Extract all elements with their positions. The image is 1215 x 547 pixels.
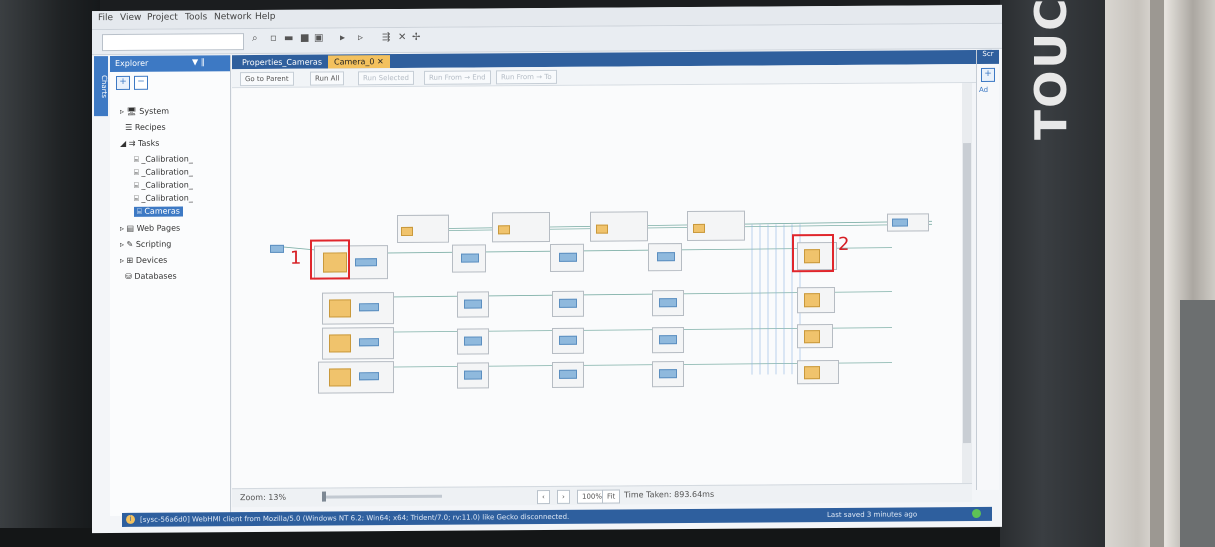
connection-lines [271, 220, 933, 375]
tab-camera-0[interactable]: Camera_0 ✕ [328, 55, 390, 69]
menu-file[interactable]: File [98, 13, 113, 23]
graph-node[interactable] [550, 243, 584, 272]
last-saved-label: Last saved 3 minutes ago [827, 510, 918, 520]
monitor-bezel-left [0, 0, 100, 547]
explorer-panel: Explorer ▼ ‖ + − ▹ 🖥 System ☰ Recipes ◢ … [110, 55, 231, 517]
menu-network[interactable]: Network [214, 12, 252, 22]
delete-icon[interactable]: ✕ [398, 32, 406, 43]
graph-node[interactable] [797, 359, 839, 385]
explorer-header: Explorer ▼ ‖ [110, 55, 230, 73]
tree-item-calibration-3[interactable]: ⌸ _Calibration_ [134, 180, 193, 190]
graph-node[interactable] [397, 214, 449, 244]
scripts-panel-header[interactable]: Scr [977, 49, 999, 64]
vertical-scrollbar[interactable] [962, 83, 972, 484]
graph-node[interactable] [552, 361, 584, 388]
menu-tools[interactable]: Tools [185, 12, 207, 22]
zoom-slider-thumb[interactable] [322, 491, 326, 502]
run-from-end-button[interactable]: Run From → End [424, 70, 491, 85]
saved-status-icon [972, 508, 981, 519]
tree-item-databases[interactable]: ⛁ Databases [120, 272, 177, 281]
zoom-fit-button[interactable]: Fit [602, 489, 621, 504]
tab-properties-cameras[interactable]: Properties_Cameras [236, 56, 328, 70]
graph-node[interactable] [552, 327, 584, 354]
bezel-brand-label: TOUCH [1026, 0, 1077, 140]
explorer-title: Explorer [115, 58, 149, 69]
graph-node[interactable] [322, 292, 394, 325]
zoom-label: Zoom: 13% [240, 492, 287, 503]
status-message: [sysc-56a6d0] WebHMI client from Mozilla… [140, 512, 570, 524]
expand-all-icon[interactable]: + [116, 75, 130, 91]
zoom-in-button[interactable]: › [557, 489, 570, 504]
run-icon[interactable]: ⇶ [382, 32, 390, 43]
graph-node[interactable] [322, 327, 394, 360]
highlight-box-1 [310, 239, 350, 280]
search-icon[interactable]: ⌕ [252, 33, 258, 44]
close-tab-icon[interactable]: ✕ [377, 57, 384, 66]
zoom-bar: Zoom: 13% ‹ › 100% Fit Time Taken: 893.6… [232, 483, 972, 508]
charts-side-tab[interactable]: Charts [94, 56, 108, 117]
graph-node[interactable] [797, 286, 835, 314]
status-bar: i [sysc-56a6d0] WebHMI client from Mozil… [122, 506, 992, 527]
screen: File View Project Tools Network Help ⌕ ▫… [92, 4, 1002, 534]
run-from-to-button[interactable]: Run From → To [496, 69, 557, 85]
add-icon[interactable]: ✢ [412, 32, 420, 43]
zoom-slider[interactable] [322, 491, 442, 502]
graph-node[interactable] [457, 362, 489, 389]
tree-item-web-pages[interactable]: ▹ ▤ Web Pages [120, 224, 180, 233]
graph-node[interactable] [652, 327, 684, 354]
annotation-label-2: 2 [838, 233, 850, 255]
tree-item-tasks[interactable]: ◢ ⇉ Tasks [120, 139, 159, 148]
save-icon[interactable]: ■ [300, 33, 309, 44]
tree-item-system[interactable]: ▹ 🖥 System [120, 107, 169, 116]
tree-item-devices[interactable]: ▹ ⊞ Devices [120, 256, 167, 265]
node-graph-canvas[interactable]: 1 2 [232, 83, 962, 489]
tree-item-calibration-1[interactable]: ⌸ _Calibration_ [134, 154, 193, 164]
graph-node[interactable] [648, 243, 682, 272]
info-icon: i [126, 514, 135, 524]
step-icon[interactable]: ▹ [358, 32, 363, 43]
save-all-icon[interactable]: ▣ [314, 33, 323, 44]
scripts-panel: Scr + Ad [976, 49, 999, 491]
menu-help[interactable]: Help [255, 12, 276, 22]
graph-node[interactable] [887, 213, 929, 232]
open-folder-icon[interactable]: ▬ [284, 33, 293, 44]
graph-node[interactable] [318, 361, 394, 394]
menu-project[interactable]: Project [147, 13, 178, 23]
search-input[interactable] [102, 33, 244, 52]
zoom-out-button[interactable]: ‹ [537, 489, 550, 505]
graph-node[interactable] [687, 210, 745, 242]
graph-node[interactable] [492, 211, 550, 243]
tree-item-recipes[interactable]: ☰ Recipes [120, 123, 166, 132]
run-all-button[interactable]: Run All [310, 71, 345, 86]
annotation-label-1: 1 [290, 247, 302, 269]
new-file-icon[interactable]: ▫ [270, 33, 277, 44]
graph-node[interactable] [457, 328, 489, 355]
machine-frame-slot [1150, 0, 1164, 547]
graph-node[interactable] [590, 211, 648, 242]
run-selected-button[interactable]: Run Selected [358, 70, 414, 86]
collapse-all-icon[interactable]: − [134, 75, 148, 90]
graph-node[interactable] [797, 324, 833, 349]
tree-item-scripting[interactable]: ▹ ✎ Scripting [120, 240, 171, 249]
graph-input-port[interactable] [270, 244, 284, 253]
scrollbar-thumb[interactable] [963, 143, 971, 444]
tree-item-calibration-4[interactable]: ⌸ _Calibration_ [134, 193, 193, 203]
play-icon[interactable]: ▸ [340, 32, 345, 43]
machine-frame-edge [1180, 300, 1215, 547]
go-to-parent-button[interactable]: Go to Parent [240, 71, 294, 87]
menu-view[interactable]: View [120, 13, 141, 23]
graph-node[interactable] [652, 290, 684, 317]
graph-node[interactable] [452, 244, 486, 273]
highlight-box-2 [792, 233, 834, 273]
pin-icon[interactable]: ▼ ‖ [192, 57, 205, 66]
scripts-panel-ad: Ad [979, 85, 989, 94]
add-icon[interactable]: + [981, 67, 995, 82]
tree-item-cameras[interactable]: ⌸ Cameras [134, 206, 183, 217]
graph-node[interactable] [552, 290, 584, 317]
tree-item-calibration-2[interactable]: ⌸ _Calibration_ [134, 167, 193, 177]
graph-node[interactable] [652, 361, 684, 388]
graph-node[interactable] [457, 291, 489, 318]
time-taken-label: Time Taken: 893.64ms [624, 489, 715, 500]
